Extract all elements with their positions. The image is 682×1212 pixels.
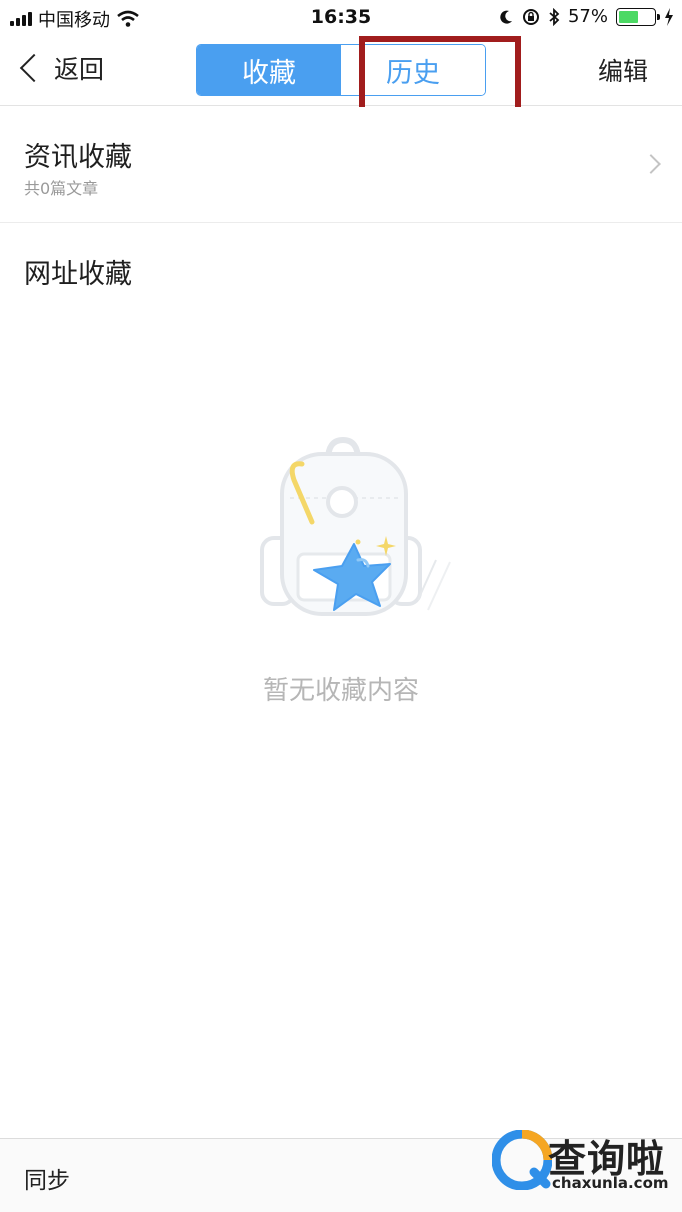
- moon-icon: [500, 10, 512, 24]
- charging-bolt-icon: [665, 7, 673, 26]
- news-favorites-title: 资讯收藏: [24, 142, 132, 173]
- back-label: 返回: [54, 55, 105, 84]
- bluetooth-icon: [549, 7, 560, 26]
- status-bar: 中国移动 16:35 57%: [0, 0, 682, 34]
- chevron-right-icon: [641, 154, 661, 174]
- rotation-lock-icon: [522, 8, 539, 25]
- news-favorites-count: 共0篇文章: [24, 179, 99, 198]
- battery-percent: 57%: [567, 6, 608, 27]
- tab-history[interactable]: 历史: [341, 45, 485, 95]
- edit-button[interactable]: 编辑: [598, 52, 648, 88]
- battery-fill: [619, 10, 639, 23]
- news-favorites-row[interactable]: 资讯收藏 共0篇文章: [0, 107, 682, 223]
- sync-button[interactable]: 同步: [24, 1161, 70, 1195]
- chevron-left-icon: [19, 53, 49, 83]
- navigation-bar: 返回 收藏 历史 编辑: [0, 34, 682, 106]
- status-right: 57%: [498, 6, 674, 27]
- favorites-history-segmented-control: 收藏 历史: [196, 44, 486, 96]
- battery-icon: [616, 7, 660, 26]
- url-favorites-title: 网址收藏: [24, 259, 132, 290]
- watermark-text-en: chaxunla.com: [552, 1174, 669, 1192]
- back-button[interactable]: 返回: [16, 50, 104, 86]
- watermark: 查询啦 chaxunla.com: [492, 1126, 672, 1204]
- tab-favorites[interactable]: 收藏: [197, 45, 341, 95]
- backpack-star-icon: [260, 436, 451, 616]
- watermark-logo-icon: [492, 1130, 552, 1190]
- empty-state-message: 暂无收藏内容: [262, 676, 419, 706]
